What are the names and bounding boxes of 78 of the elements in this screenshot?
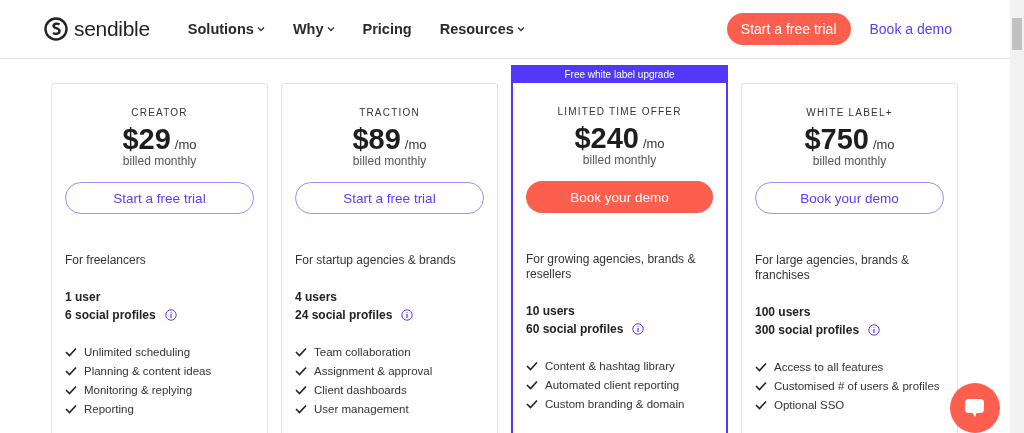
chevron-down-icon [326,26,335,32]
price-period: /mo [872,137,895,152]
profile-count: 300 social profiles [755,323,860,337]
check-icon [295,404,307,414]
check-icon [526,380,538,390]
plan-description: For growing agencies, brands & resellers [526,252,697,282]
feature-text: User management [314,403,409,415]
feature-text: Monitoring & replying [84,384,193,396]
check-icon [526,361,538,371]
chevron-down-icon [256,26,265,32]
feature-text: Optional SSO [774,399,845,411]
plan-description: For large agencies, brands & franchises [755,253,911,283]
price-period: /mo [174,137,197,152]
nav-link[interactable]: Pricing [362,21,412,37]
demo-link[interactable]: Book a demo [869,21,952,37]
feature-text: Access to all features [774,361,884,373]
check-icon [755,400,767,410]
info-icon[interactable] [164,309,177,321]
plan-name: WHITE LABEL+ [805,107,894,118]
info-icon[interactable] [401,309,414,321]
logo-text[interactable]: sendible [74,17,150,41]
plan-price: $29 [122,123,171,156]
feature-text: Team collaboration [314,346,411,358]
price-period: /mo [642,136,665,151]
check-icon [755,362,767,372]
billing-note: billed monthly [811,154,888,168]
billing-note: billed monthly [581,153,658,167]
offer-banner: Free white label upgrade [511,65,728,83]
plan-description: For freelancers [65,253,147,268]
feature-text: Client dashboards [314,384,407,396]
logo-icon [44,17,68,41]
plan-name: TRACTION [358,107,421,118]
plan-name: CREATOR [130,107,189,118]
check-icon [295,366,307,376]
info-icon[interactable] [868,324,881,336]
user-count: 10 users [526,304,576,318]
price-period: /mo [404,137,427,152]
check-icon [295,347,307,357]
check-icon [755,381,767,391]
chat-button[interactable] [950,383,1000,433]
nav-link[interactable]: Resources [439,21,525,37]
billing-note: billed monthly [121,154,198,168]
feature-text: Reporting [84,403,134,415]
profile-count: 6 social profiles [65,308,156,322]
check-icon [526,399,538,409]
nav-link[interactable]: Solutions [187,21,265,37]
user-count: 4 users [295,290,339,304]
plan-name: LIMITED TIME OFFER [556,106,683,117]
check-icon [295,385,307,395]
feature-text: Customised # of users & profiles [774,380,940,392]
profile-count: 60 social profiles [526,322,624,336]
info-icon[interactable] [632,323,645,335]
plan-price: $240 [574,122,639,155]
feature-text: Planning & content ideas [84,365,212,377]
profile-count: 24 social profiles [295,308,393,322]
check-icon [65,347,77,357]
billing-note: billed monthly [351,154,428,168]
feature-text: Content & hashtag library [545,360,675,372]
plan-button[interactable]: Start a free trial [65,182,254,214]
plan-button[interactable]: Start a free trial [295,182,484,214]
scroll-thumb[interactable] [1012,18,1022,50]
user-count: 100 users [755,305,812,319]
plan-price: $89 [352,123,401,156]
nav-link[interactable]: Why [292,21,335,37]
plan-description: For startup agencies & brands [295,253,457,268]
chevron-down-icon [516,26,525,32]
check-icon [65,366,77,376]
scrollbar[interactable] [1010,0,1024,433]
check-icon [65,385,77,395]
check-icon [65,404,77,414]
feature-text: Assignment & approval [314,365,433,377]
plan-button[interactable]: Book your demo [755,182,944,214]
feature-text: Custom branding & domain [545,398,685,410]
chat-bubble-icon [963,397,987,419]
plan-price: $750 [804,123,869,156]
feature-text: Unlimited scheduling [84,346,191,358]
feature-text: Automated client reporting [545,379,680,391]
user-count: 1 user [65,290,102,304]
